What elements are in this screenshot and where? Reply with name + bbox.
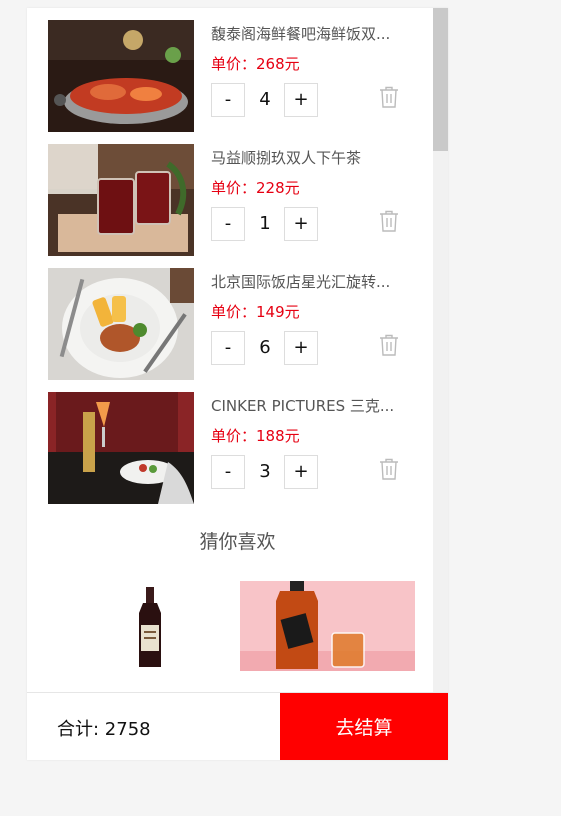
increase-quantity-button[interactable]: + [284,455,318,489]
quantity-value: 4 [259,89,271,110]
cocktail-dinner-image[interactable] [48,392,194,504]
trash-icon[interactable] [378,209,400,233]
increase-quantity-button[interactable]: + [284,207,318,241]
afternoon-tea-image[interactable] [48,144,194,256]
decrease-quantity-button[interactable]: - [211,455,245,489]
recommend-title: 猜你喜欢 [199,531,276,553]
decrease-quantity-button[interactable]: - [211,207,245,241]
item-price: 单价：228元 [211,179,300,197]
item-title[interactable]: 北京国际饭店星光汇旋转... [211,271,401,292]
item-title[interactable]: 马益顺捌玖双人下午茶 [211,147,401,168]
recommend-item-wine-image[interactable] [65,581,240,671]
quantity-value: 3 [259,461,271,482]
total-amount: 合计: 2758 [57,719,151,740]
item-price: 单价：268元 [211,55,300,73]
cart-item: CINKER PICTURES 三克... 单价：188元 - 3 + [48,392,418,504]
item-title[interactable]: CINKER PICTURES 三克... [211,395,401,416]
checkout-bar: 合计: 2758 去结算 [27,692,448,760]
item-title[interactable]: 馥泰阁海鲜餐吧海鲜饭双... [211,23,401,44]
scrollbar-thumb[interactable] [433,8,448,151]
recommend-item-whisky-image[interactable] [240,581,415,671]
trash-icon[interactable] [378,85,400,109]
cart-item: 馥泰阁海鲜餐吧海鲜饭双... 单价：268元 - 4 + [48,20,418,132]
steak-plate-image[interactable] [48,268,194,380]
cart-page: 馥泰阁海鲜餐吧海鲜饭双... 单价：268元 - 4 + 马益顺捌玖双人下午茶 … [27,8,448,760]
quantity-value: 1 [259,213,271,234]
decrease-quantity-button[interactable]: - [211,331,245,365]
decrease-quantity-button[interactable]: - [211,83,245,117]
increase-quantity-button[interactable]: + [284,331,318,365]
seafood-platter-image[interactable] [48,20,194,132]
trash-icon[interactable] [378,457,400,481]
cart-item: 马益顺捌玖双人下午茶 单价：228元 - 1 + [48,144,418,256]
item-price: 单价：188元 [211,427,300,445]
trash-icon[interactable] [378,333,400,357]
scrollbar-track[interactable] [433,8,448,692]
item-price: 单价：149元 [211,303,300,321]
checkout-button[interactable]: 去结算 [280,693,448,760]
increase-quantity-button[interactable]: + [284,83,318,117]
quantity-value: 6 [259,337,271,358]
cart-item: 北京国际饭店星光汇旋转... 单价：149元 - 6 + [48,268,418,380]
